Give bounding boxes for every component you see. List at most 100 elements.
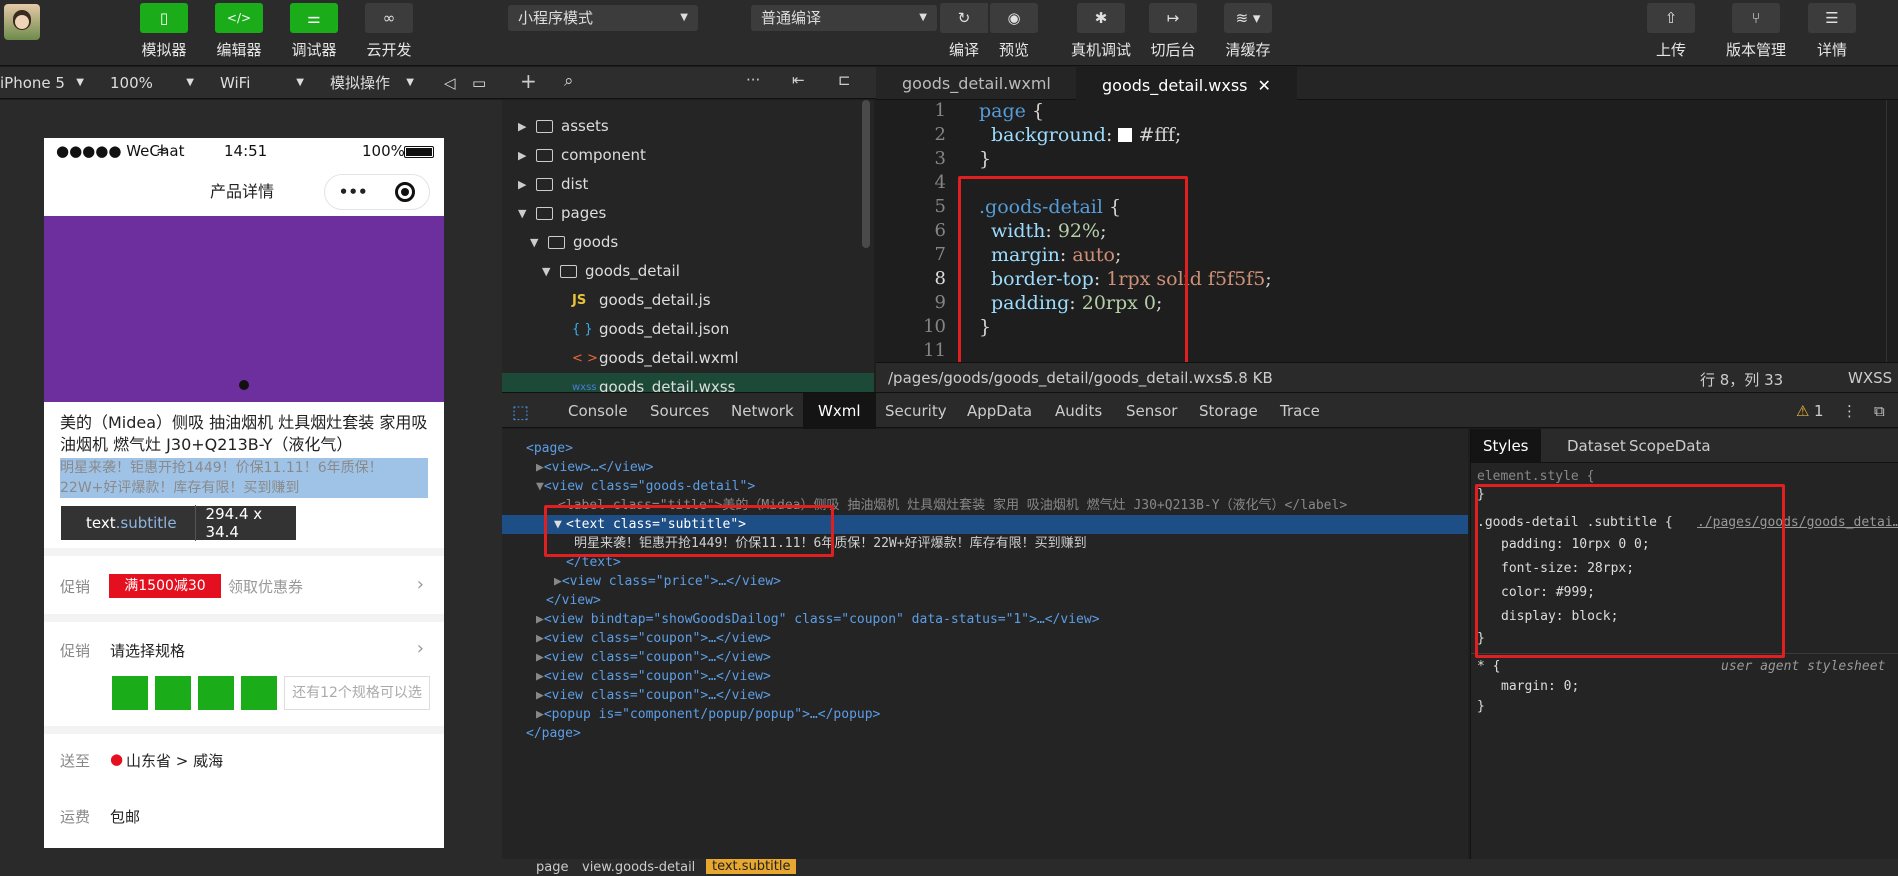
window-icon[interactable]: ▭ xyxy=(472,67,486,99)
wxml-node[interactable]: ▶<view>…</view> xyxy=(536,458,653,477)
zoom-select[interactable]: 100% ▼ xyxy=(110,67,194,99)
tree-item-json[interactable]: { } goods_detail.json xyxy=(502,315,874,344)
editor-button[interactable]: </> 编辑器 xyxy=(204,3,274,60)
language-mode[interactable]: WXSS xyxy=(1848,369,1892,387)
tree-item-component[interactable]: ▶ component xyxy=(502,141,874,170)
tab-storage[interactable]: Storage xyxy=(1199,393,1258,429)
inspect-icon[interactable]: ⬚ xyxy=(512,395,529,431)
network-select[interactable]: WiFi ▼ xyxy=(220,67,304,99)
collapse-icon[interactable]: ⊏ xyxy=(838,71,851,89)
volume-icon[interactable]: ◁ xyxy=(444,67,456,99)
editor-scrollbar[interactable] xyxy=(1886,100,1898,362)
color-swatch-icon[interactable] xyxy=(1118,128,1133,142)
more-specs[interactable]: 还有12个规格可以选 xyxy=(284,676,430,710)
wxml-panel: <page> ▶<view>…</view> ▼<view class="goo… xyxy=(502,429,1468,859)
kebab-menu-icon[interactable]: ⋮ xyxy=(1842,393,1857,429)
tree-item-label: goods_detail.wxss xyxy=(599,378,736,392)
tab-security[interactable]: Security xyxy=(885,393,947,429)
tab-wxml[interactable]: goods_detail.wxml xyxy=(876,67,1077,100)
tab-scopedata[interactable]: ScopeData xyxy=(1629,429,1711,463)
wxml-node[interactable]: </page> xyxy=(526,724,581,743)
remote-debug-button[interactable]: ✱ 真机调试 xyxy=(1061,3,1141,60)
wxml-node[interactable]: ▶<view class="price">…</view> xyxy=(554,572,781,591)
breadcrumb-item-active[interactable]: text.subtitle xyxy=(706,859,797,874)
code-editor[interactable]: 1 2 3 4 5 6 7 8 9 10 11 page { backgroun… xyxy=(876,100,1898,370)
wxml-node[interactable]: ▶<view class="coupon">…</view> xyxy=(536,629,771,648)
cloud-dev-button[interactable]: ∞ 云开发 xyxy=(354,3,424,60)
close-icon[interactable]: ✕ xyxy=(1258,76,1271,95)
file-path: /pages/goods/goods_detail/goods_detail.w… xyxy=(888,369,1230,387)
refresh-icon: ↻ xyxy=(957,9,971,27)
breadcrumb-item[interactable]: page xyxy=(536,860,568,875)
line-number: 11 xyxy=(923,340,946,361)
background-switch-button[interactable]: ↦ 切后台 xyxy=(1138,3,1208,60)
promo-row[interactable]: 促销 满1500减30 领取优惠券 › xyxy=(44,566,444,610)
wxml-node[interactable]: <page> xyxy=(526,439,573,458)
user-agent-label: user agent stylesheet xyxy=(1721,659,1886,674)
tree-item-goods-detail[interactable]: ▼ goods_detail xyxy=(502,257,874,286)
ship-label: 送至 xyxy=(60,752,91,770)
wxml-node[interactable]: ▶<view class="coupon">…</view> xyxy=(536,667,771,686)
tab-audits[interactable]: Audits xyxy=(1055,393,1102,429)
tree-item-js[interactable]: JS goods_detail.js xyxy=(502,286,874,315)
cursor-position[interactable]: 行 8，列 33 xyxy=(1700,369,1783,390)
spec-option[interactable] xyxy=(198,676,234,710)
line-number: 6 xyxy=(934,220,946,241)
more-icon[interactable]: ··· xyxy=(746,71,760,89)
tab-styles[interactable]: Styles xyxy=(1471,429,1541,463)
fee-row: 运费 包邮 xyxy=(44,798,444,838)
tree-item-wxml[interactable]: < > goods_detail.wxml xyxy=(502,344,874,373)
breadcrumb-item[interactable]: view.goods-detail xyxy=(582,860,695,875)
debugger-button[interactable]: ⚌ 调试器 xyxy=(279,3,349,60)
tree-item-dist[interactable]: ▶ dist xyxy=(502,170,874,199)
plus-icon[interactable]: + xyxy=(520,69,537,93)
tree-item-assets[interactable]: ▶ assets xyxy=(502,112,874,141)
wxml-node[interactable]: </view> xyxy=(546,591,601,610)
details-button[interactable]: ☰ 详情 xyxy=(1797,3,1867,60)
tree-scrollbar[interactable] xyxy=(862,100,870,248)
tab-trace[interactable]: Trace xyxy=(1280,393,1320,429)
close-target-icon[interactable] xyxy=(395,182,416,202)
tree-item-wxss[interactable]: wxss goods_detail.wxss xyxy=(502,373,874,392)
more-icon[interactable]: ••• xyxy=(339,183,368,201)
upload-button[interactable]: ⇧ 上传 xyxy=(1636,3,1706,60)
tab-sensor[interactable]: Sensor xyxy=(1126,393,1177,429)
preview-button[interactable]: ◉ 预览 xyxy=(979,3,1049,60)
dock-icon[interactable]: ⧉ xyxy=(1874,393,1885,429)
tab-dataset[interactable]: Dataset xyxy=(1567,429,1626,463)
editor-tabs: goods_detail.wxml goods_detail.wxss ✕ xyxy=(876,67,1898,100)
warning-count: 1 xyxy=(1814,402,1824,420)
tree-item-goods[interactable]: ▼ goods xyxy=(502,228,874,257)
coupon-link[interactable]: 领取优惠券 xyxy=(228,576,303,597)
outdent-icon[interactable]: ⇤ xyxy=(792,71,805,89)
wxml-node[interactable]: ▶<view class="coupon">…</view> xyxy=(536,648,771,667)
capsule-menu[interactable]: ••• xyxy=(324,174,430,210)
tab-console[interactable]: Console xyxy=(568,393,628,429)
tree-item-pages[interactable]: ▼ pages xyxy=(502,199,874,228)
code-icon: </> xyxy=(226,11,252,25)
spec-option[interactable] xyxy=(155,676,191,710)
mode-select[interactable]: 小程序模式 ▼ xyxy=(508,5,698,31)
wxml-node[interactable]: ▶<popup is="component/popup/popup">…</po… xyxy=(536,705,880,724)
spec-option[interactable] xyxy=(112,676,148,710)
wxml-node[interactable]: ▼<view class="goods-detail"> xyxy=(536,477,755,496)
compile-select[interactable]: 普通编译 ▼ xyxy=(751,5,937,31)
avatar[interactable] xyxy=(4,4,40,40)
tab-appdata[interactable]: AppData xyxy=(967,393,1032,429)
search-icon[interactable]: ⌕ xyxy=(564,71,574,91)
tab-network[interactable]: Network xyxy=(731,393,794,429)
ship-row[interactable]: 送至 ● 山东省 > 威海 xyxy=(44,742,444,782)
version-button[interactable]: ⑂ 版本管理 xyxy=(1716,3,1796,60)
tab-wxml[interactable]: Wxml xyxy=(803,393,876,429)
spec-option[interactable] xyxy=(241,676,277,710)
banner-image[interactable] xyxy=(44,216,444,402)
simulator-button[interactable]: ▯ 模拟器 xyxy=(129,3,199,60)
wxml-node[interactable]: ▶<view class="coupon">…</view> xyxy=(536,686,771,705)
device-select[interactable]: iPhone 5 ▼ xyxy=(0,67,84,99)
tab-wxss[interactable]: goods_detail.wxss ✕ xyxy=(1076,67,1297,100)
warning-icon[interactable]: ⚠ xyxy=(1796,393,1809,429)
operation-select[interactable]: 模拟操作 ▼ xyxy=(330,67,414,99)
wxml-node[interactable]: ▶<view bindtap="showGoodsDailog" class="… xyxy=(536,610,1100,629)
tab-sources[interactable]: Sources xyxy=(650,393,709,429)
clear-cache-button[interactable]: ≋ ▾ 清缓存 xyxy=(1213,3,1283,60)
